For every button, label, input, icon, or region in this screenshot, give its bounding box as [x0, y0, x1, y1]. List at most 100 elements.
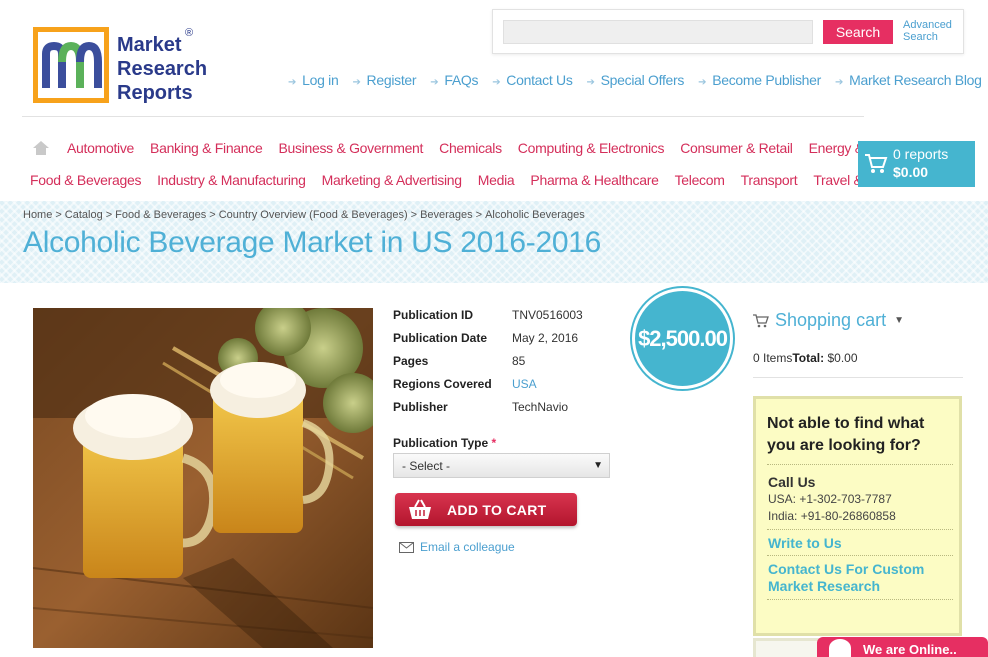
category-consumer-retail[interactable]: Consumer & Retail	[680, 140, 793, 156]
register-label: Register	[366, 72, 417, 88]
arrow-icon: ➔	[492, 77, 501, 88]
product-image	[33, 308, 373, 648]
logo-wordmark: Market Research Reports	[117, 33, 207, 105]
breadcrumb: Home > Catalog > Food & Beverages > Country Ov…	[23, 209, 585, 221]
shopping-cart-title: Shopping cart	[775, 310, 887, 330]
detail-value: 85	[512, 354, 526, 368]
breadcrumb-separator: >	[105, 209, 113, 221]
cart-divider	[753, 377, 963, 378]
category-pharma-healthcare[interactable]: Pharma & Healthcare	[530, 172, 658, 188]
blog-label: Market Research Blog	[849, 72, 982, 88]
special-offers-link[interactable]: ➔ Special Offers	[587, 72, 685, 88]
cart-icon	[753, 313, 769, 327]
category-chemicals[interactable]: Chemicals	[439, 140, 502, 156]
logo-m-icon	[42, 41, 102, 88]
register-link[interactable]: ➔ Register	[352, 72, 416, 88]
cart-total-value: $0.00	[827, 351, 858, 365]
search-button[interactable]: Search	[823, 20, 893, 44]
arrow-icon: ➔	[586, 77, 595, 88]
category-banking-finance[interactable]: Banking & Finance	[150, 140, 263, 156]
live-chat-button[interactable]: We are Online..	[817, 637, 988, 657]
become-publisher-label: Become Publisher	[712, 72, 822, 88]
chevron-down-icon: ▼	[593, 460, 603, 471]
detail-label: Publication ID	[393, 308, 474, 322]
breadcrumb-current: Alcoholic Beverages	[485, 209, 585, 221]
phone-usa: USA: +1-302-703-7787	[768, 492, 892, 506]
detail-row: Publication ID TNV0516003	[393, 307, 583, 330]
breadcrumb-food-beverages[interactable]: Food & Beverages	[115, 209, 206, 221]
basket-icon	[409, 499, 431, 519]
help-divider	[767, 464, 953, 465]
category-media[interactable]: Media	[478, 172, 515, 188]
breadcrumb-separator: >	[55, 209, 62, 221]
logo-line-market: Market	[117, 34, 182, 56]
category-automotive[interactable]: Automotive	[67, 140, 134, 156]
arrow-icon: ➔	[835, 77, 844, 88]
breadcrumb-catalog[interactable]: Catalog	[65, 209, 103, 221]
become-publisher-link[interactable]: ➔ Become Publisher	[698, 72, 821, 88]
breadcrumb-separator: >	[475, 209, 483, 221]
arrow-icon: ➔	[430, 77, 439, 88]
arrow-icon: ➔	[288, 77, 297, 88]
region-link[interactable]: USA	[512, 376, 537, 399]
header-cart-button[interactable]: 0 reports $0.00	[858, 141, 975, 187]
home-icon[interactable]	[32, 139, 50, 157]
chat-icon	[829, 639, 851, 657]
detail-row: Publication Date May 2, 2016	[393, 330, 583, 353]
category-computing-electronics[interactable]: Computing & Electronics	[518, 140, 665, 156]
contact-us-link[interactable]: ➔ Contact Us	[492, 72, 573, 88]
category-nav-row2: Food & Beverages Industry & Manufacturin…	[30, 172, 926, 188]
blog-link[interactable]: ➔ Market Research Blog	[835, 72, 982, 88]
detail-label: Regions Covered	[393, 377, 492, 391]
custom-research-link[interactable]: Contact Us For Custom Market Research	[768, 561, 958, 595]
detail-row: Publisher TechNavio	[393, 399, 583, 422]
breadcrumb-beverages[interactable]: Beverages	[420, 209, 473, 221]
shopping-cart-heading[interactable]: Shopping cart ▼	[753, 310, 904, 331]
publication-details: Publication ID TNV0516003 Publication Dat…	[393, 307, 583, 422]
detail-value: May 2, 2016	[512, 331, 579, 345]
email-colleague-link[interactable]: Email a colleague	[399, 540, 515, 554]
help-box: Not able to find what you are looking fo…	[753, 396, 962, 636]
add-to-cart-label: ADD TO CART	[447, 502, 547, 518]
category-telecom[interactable]: Telecom	[675, 172, 725, 188]
category-business-government[interactable]: Business & Government	[278, 140, 423, 156]
login-link[interactable]: ➔ Log in	[288, 72, 339, 88]
publication-type-text: Publication Type	[393, 436, 489, 450]
special-offers-label: Special Offers	[600, 72, 685, 88]
registered-mark: ®	[185, 27, 194, 39]
help-title: Not able to find what you are looking fo…	[767, 415, 925, 454]
category-transport[interactable]: Transport	[741, 172, 798, 188]
arrow-icon: ➔	[698, 77, 707, 88]
write-to-us-link[interactable]: Write to Us	[768, 535, 842, 552]
login-label: Log in	[302, 72, 339, 88]
breadcrumb-separator: >	[209, 209, 216, 221]
category-marketing-advertising[interactable]: Marketing & Advertising	[322, 172, 462, 188]
add-to-cart-button[interactable]: ADD TO CART	[395, 493, 577, 526]
phone-india: India: +91-80-26860858	[768, 509, 896, 523]
breadcrumb-country-overview[interactable]: Country Overview (Food & Beverages)	[219, 209, 408, 221]
category-food-beverages[interactable]: Food & Beverages	[30, 172, 141, 188]
detail-row: Pages 85	[393, 353, 583, 376]
breadcrumb-home[interactable]: Home	[23, 209, 52, 221]
arrow-icon: ➔	[352, 77, 361, 88]
faqs-label: FAQs	[444, 72, 479, 88]
breadcrumb-separator: >	[410, 209, 418, 221]
contact-us-label: Contact Us	[506, 72, 573, 88]
cart-icon	[865, 154, 888, 173]
site-logo[interactable]: Market Research Reports ®	[33, 27, 213, 107]
category-industry-manufacturing[interactable]: Industry & Manufacturing	[157, 172, 306, 188]
top-links: ➔ Log in ➔ Register ➔ FAQs ➔ Contact Us ➔ Spe…	[288, 72, 988, 88]
chevron-down-icon: ▼	[894, 315, 904, 326]
shopping-cart-summary: 0 ItemsTotal: $0.00	[753, 351, 858, 365]
advanced-search-line1: Advanced	[903, 19, 952, 31]
publication-type-label: Publication Type *	[393, 436, 496, 450]
publication-type-select[interactable]: - Select - ▼	[393, 453, 610, 478]
search-input[interactable]	[503, 20, 813, 44]
required-mark: *	[491, 436, 497, 450]
search-bar: Search Advanced Search	[492, 9, 964, 54]
detail-label: Pages	[393, 354, 429, 368]
advanced-search-link[interactable]: Advanced Search	[903, 19, 963, 43]
logo-line-reports: Reports	[117, 82, 193, 104]
faqs-link[interactable]: ➔ FAQs	[430, 72, 478, 88]
advanced-search-line2: Search	[903, 31, 938, 43]
